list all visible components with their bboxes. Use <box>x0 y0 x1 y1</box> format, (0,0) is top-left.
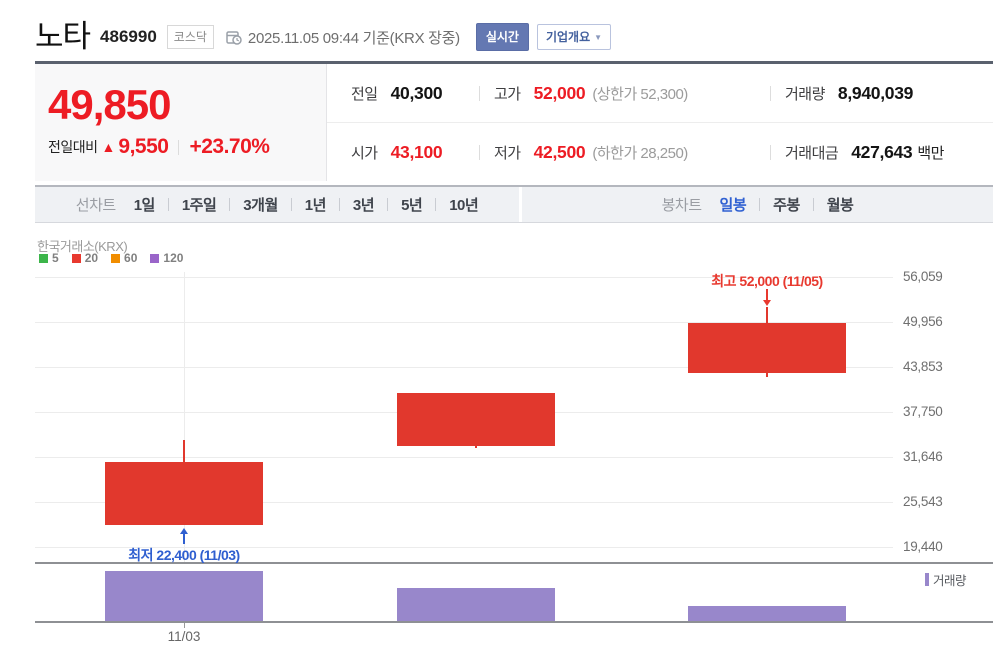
ma-legend-item: 60 <box>111 251 137 265</box>
volume-bar <box>105 571 263 621</box>
volume-bar <box>688 606 846 621</box>
volume-bar <box>397 588 555 621</box>
price-chart: 한국거래소(KRX) 5 20 60 120 거래량 56,059 49,956 43,8… <box>0 0 996 666</box>
candle <box>688 322 846 373</box>
y-axis-tick-label: 25,543 <box>903 494 943 509</box>
y-axis-tick-label: 43,853 <box>903 359 943 374</box>
ma-swatch-icon <box>39 253 48 263</box>
ma-period-label: 5 <box>52 251 59 265</box>
moving-average-legend: 5 20 60 120 <box>39 251 196 265</box>
down-arrow-icon <box>763 299 771 306</box>
y-axis-tick-label: 31,646 <box>903 449 943 464</box>
volume-legend: 거래량 <box>925 570 967 589</box>
volume-legend-swatch <box>925 573 929 586</box>
y-axis-tick-label: 49,956 <box>903 314 943 329</box>
x-axis-label: 11/03 <box>167 629 201 644</box>
ma-swatch-icon <box>71 253 81 263</box>
ma-period-label: 60 <box>124 251 138 265</box>
ma-swatch-icon <box>150 253 160 263</box>
y-axis-tick-label: 37,750 <box>903 404 943 419</box>
ma-legend-item: 120 <box>150 251 183 265</box>
x-axis-tick <box>184 623 185 628</box>
ma-period-label: 120 <box>163 251 184 265</box>
high-annotation: 최고 52,000 (11/05) <box>711 272 823 289</box>
ma-legend-item: 5 <box>39 251 59 265</box>
low-arrow-stem <box>183 534 185 545</box>
ma-swatch-icon <box>111 253 121 263</box>
volume-legend-label: 거래량 <box>933 574 967 588</box>
ma-legend-item: 20 <box>71 251 99 265</box>
x-axis-line <box>35 621 993 623</box>
ma-period-label: 20 <box>84 251 99 265</box>
candle <box>105 461 263 526</box>
price-gridline <box>35 457 893 458</box>
y-axis-tick-label: 19,440 <box>903 539 943 554</box>
candle <box>397 393 555 446</box>
low-annotation: 최저 22,400 (11/03) <box>128 547 240 564</box>
y-axis-tick-label: 56,059 <box>903 269 943 284</box>
